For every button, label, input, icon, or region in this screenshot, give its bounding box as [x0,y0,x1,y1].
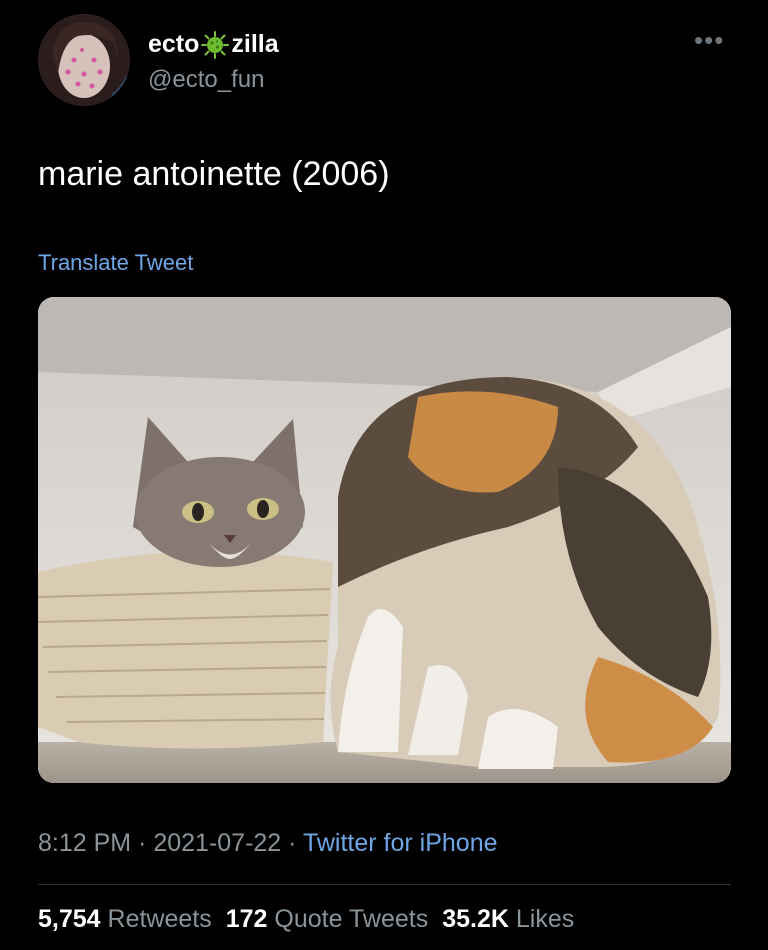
quote-tweets-count: 172 [225,905,268,933]
retweets-count: 5,754 [38,905,101,933]
tweet-stats: 5,754 Retweets 172 Quote Tweets 35.2K Like… [38,905,574,934]
quote-tweets-label: Quote Tweets [274,905,429,933]
translate-tweet-link[interactable]: Translate Tweet [38,250,193,276]
meta-separator: · [281,829,303,857]
tweet-date: 2021-07-22 [153,829,282,857]
user-handle[interactable]: @ecto_fun [148,66,264,94]
avatar-image [38,14,130,106]
likes-label: Likes [515,905,575,933]
tweet-source-link[interactable]: Twitter for iPhone [303,829,498,857]
virus-icon [201,30,230,59]
quote-tweets-stat[interactable]: 172 Quote Tweets [226,905,428,933]
divider [38,884,731,885]
retweets-label: Retweets [107,905,212,933]
display-name-suffix: zilla [231,30,279,58]
tweet-text: marie antoinette (2006) [38,155,390,193]
tweet-media-image[interactable] [38,297,731,783]
likes-count: 35.2K [442,905,509,933]
avatar[interactable] [38,14,130,106]
display-name-prefix: ecto [148,30,200,58]
more-options-icon[interactable]: ••• [694,27,724,53]
likes-stat[interactable]: 35.2K Likes [442,905,574,933]
retweets-stat[interactable]: 5,754 Retweets [38,905,212,933]
meta-separator: · [131,829,154,857]
tweet-metadata: 8:12 PM · 2021-07-22 · Twitter for iPhon… [38,829,498,858]
tweet-time: 8:12 PM [38,829,132,857]
display-name[interactable]: ecto zilla [148,30,279,59]
